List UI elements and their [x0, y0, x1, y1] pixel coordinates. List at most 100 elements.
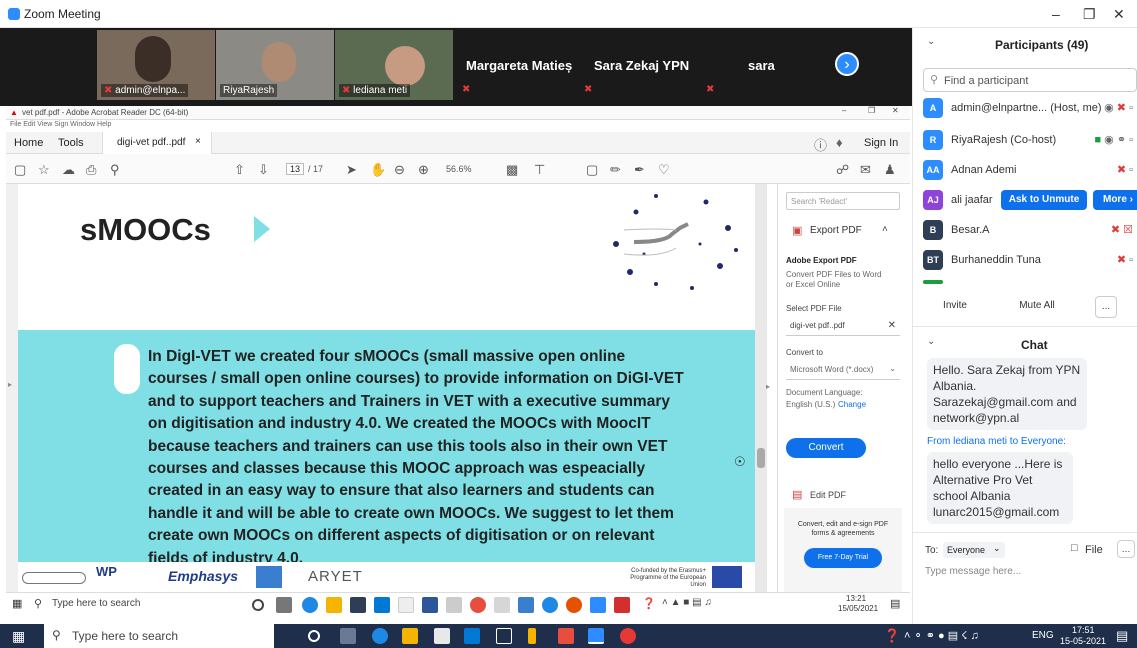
export-pdf-title[interactable]: Export PDF	[810, 225, 862, 236]
file-explorer-icon[interactable]	[402, 628, 418, 644]
app-icon[interactable]	[620, 628, 636, 644]
zoom-taskbar-icon[interactable]	[590, 597, 606, 613]
app-icon[interactable]	[422, 597, 438, 613]
app-icon[interactable]	[566, 597, 582, 613]
invite-button[interactable]: Invite	[927, 296, 983, 316]
file-icon[interactable]: □	[1071, 542, 1078, 554]
edge-icon[interactable]	[372, 628, 388, 644]
file-button[interactable]: File	[1085, 544, 1103, 556]
stamp-icon[interactable]: ♡	[658, 162, 670, 178]
collapse-icon[interactable]: ˄	[882, 224, 888, 235]
acrobat-close-button[interactable]: ✕	[892, 106, 899, 115]
video-tile[interactable]: ✖ lediana meti	[335, 30, 453, 100]
participant-row[interactable]: AJ ali jaafar Ask to Unmute More ›	[923, 190, 1137, 212]
video-name-tile[interactable]: sara	[748, 58, 775, 73]
zoom-search-icon[interactable]: ⚲	[110, 162, 120, 178]
notification-icon[interactable]: ▤	[890, 597, 900, 610]
store-icon[interactable]	[350, 597, 366, 613]
zoom-taskbar-icon[interactable]	[588, 628, 604, 644]
pen-icon[interactable]: ✏	[610, 162, 621, 178]
store-icon[interactable]	[434, 628, 450, 644]
close-button[interactable]: ✕	[1113, 6, 1125, 23]
user-add-icon[interactable]: ♟	[884, 162, 896, 178]
video-name-tile[interactable]: Margareta Matieș	[466, 58, 572, 73]
select-cursor-icon[interactable]: ➤	[346, 162, 357, 178]
minimize-button[interactable]: –	[1052, 6, 1060, 22]
acrobat-menu-bar[interactable]: File Edit View Sign Window Help	[6, 120, 910, 132]
mail-app-icon[interactable]	[464, 628, 480, 644]
hand-tool-icon[interactable]: ✋	[370, 162, 386, 178]
scrollbar-thumb[interactable]	[757, 448, 765, 468]
clear-file-icon[interactable]: ✕	[888, 320, 896, 331]
convert-format-select[interactable]: Microsoft Word (*.docx) ⌄	[786, 360, 900, 380]
taskbar-search-input[interactable]: Type here to search	[52, 598, 140, 609]
zoom-in-icon[interactable]: ⊕	[418, 162, 429, 178]
windows-start-icon[interactable]: ▦	[12, 628, 25, 645]
participant-row[interactable]: AA Adnan Ademi ✖ ▫	[923, 160, 1133, 182]
help-icon[interactable]: ⓘ	[814, 135, 827, 154]
task-view-icon[interactable]	[276, 597, 292, 613]
participants-more-button[interactable]: ...	[1095, 296, 1117, 318]
comment-icon[interactable]: ▢	[586, 162, 598, 178]
change-language-link[interactable]: Change	[838, 400, 866, 409]
app-icon[interactable]	[528, 628, 536, 644]
tab-document[interactable]: digi-vet pdf..pdf ×	[102, 132, 212, 154]
left-panel-toggle[interactable]: ▸	[6, 184, 18, 592]
expand-panel-icon[interactable]: ▸	[766, 382, 770, 391]
acrobat-menu-items[interactable]: File Edit View Sign Window Help	[10, 121, 111, 128]
cortana-icon[interactable]	[308, 630, 320, 642]
video-tile[interactable]: ✖ admin@elnpa...	[97, 30, 215, 100]
zoom-level-dropdown[interactable]: 56.6%	[446, 164, 472, 174]
prev-page-icon[interactable]: ⇧	[234, 162, 245, 178]
scroll-mode-icon[interactable]: ⊤	[534, 162, 545, 178]
search-icon[interactable]: ⚲	[34, 597, 42, 610]
acrobat-taskbar-icon[interactable]	[614, 597, 630, 613]
participant-row[interactable]: BT Burhaneddin Tuna ✖ ▫	[923, 250, 1133, 272]
app-icon[interactable]	[518, 597, 534, 613]
tab-tools[interactable]: Tools	[58, 137, 84, 149]
chat-input[interactable]: Type message here...	[925, 566, 1021, 577]
chat-recipient-select[interactable]: Everyone ⌄	[943, 542, 1005, 558]
convert-button[interactable]: Convert	[786, 438, 866, 458]
free-trial-button[interactable]: Free 7-Day Trial	[804, 548, 882, 568]
tray-icons[interactable]: ˄ ▲ ■ ▤ ♫	[662, 597, 712, 608]
cortana-icon[interactable]	[252, 599, 264, 611]
mute-all-button[interactable]: Mute All	[1005, 296, 1069, 316]
sign-icon[interactable]: ✒	[634, 162, 645, 178]
mail-app-icon[interactable]	[374, 597, 390, 613]
next-page-icon[interactable]: ›	[835, 52, 859, 76]
page-number-input[interactable]: 13	[286, 163, 304, 175]
next-page-arrow-icon[interactable]: ⇩	[258, 162, 269, 178]
expand-left-icon[interactable]: ▸	[8, 380, 12, 389]
acrobat-minimize-button[interactable]: –	[842, 106, 846, 115]
input-language[interactable]: ENG	[1032, 630, 1054, 641]
help-tray-icon[interactable]: ❓	[884, 628, 900, 644]
share-link-icon[interactable]: ☍	[836, 162, 849, 178]
taskbar-search-box[interactable]: ⚲ Type here to search	[44, 624, 274, 648]
sign-in-link[interactable]: Sign In	[864, 137, 898, 149]
find-participant-input[interactable]: ⚲ Find a participant	[923, 68, 1137, 92]
tools-search-input[interactable]: Search 'Redact'	[786, 192, 900, 210]
bell-icon[interactable]: ♦	[836, 135, 843, 150]
edit-pdf-link[interactable]: Edit PDF	[810, 490, 846, 500]
save-icon[interactable]: ▢	[14, 162, 26, 178]
upload-icon[interactable]: ☁	[62, 162, 75, 178]
close-tab-icon[interactable]: ×	[195, 136, 201, 147]
app-icon[interactable]	[398, 597, 414, 613]
app-icon[interactable]	[446, 597, 462, 613]
ask-to-unmute-button[interactable]: Ask to Unmute	[1001, 190, 1087, 210]
edge-icon[interactable]	[302, 597, 318, 613]
tray-icons[interactable]: ˄ ⚬ ⚭ ● ▤ ☇ ♫	[904, 629, 979, 642]
participant-row[interactable]: B Besar.A ✖ ☒	[923, 220, 1133, 242]
app-icon[interactable]	[470, 597, 486, 613]
participant-row[interactable]: A admin@elnpartne... (Host, me) ◉ ✖ ▫	[923, 98, 1133, 120]
more-button[interactable]: More ›	[1093, 190, 1137, 210]
mail-icon[interactable]: ✉	[860, 162, 871, 178]
collapse-chat-icon[interactable]: ⌄	[927, 336, 935, 347]
chat-more-button[interactable]: …	[1117, 540, 1135, 558]
app-icon[interactable]	[542, 597, 558, 613]
task-view-icon[interactable]	[340, 628, 356, 644]
print-icon[interactable]: ⎙	[86, 162, 96, 178]
file-select-field[interactable]: digi-vet pdf..pdf ✕	[786, 316, 900, 336]
video-tile[interactable]: RiyaRajesh	[216, 30, 334, 100]
